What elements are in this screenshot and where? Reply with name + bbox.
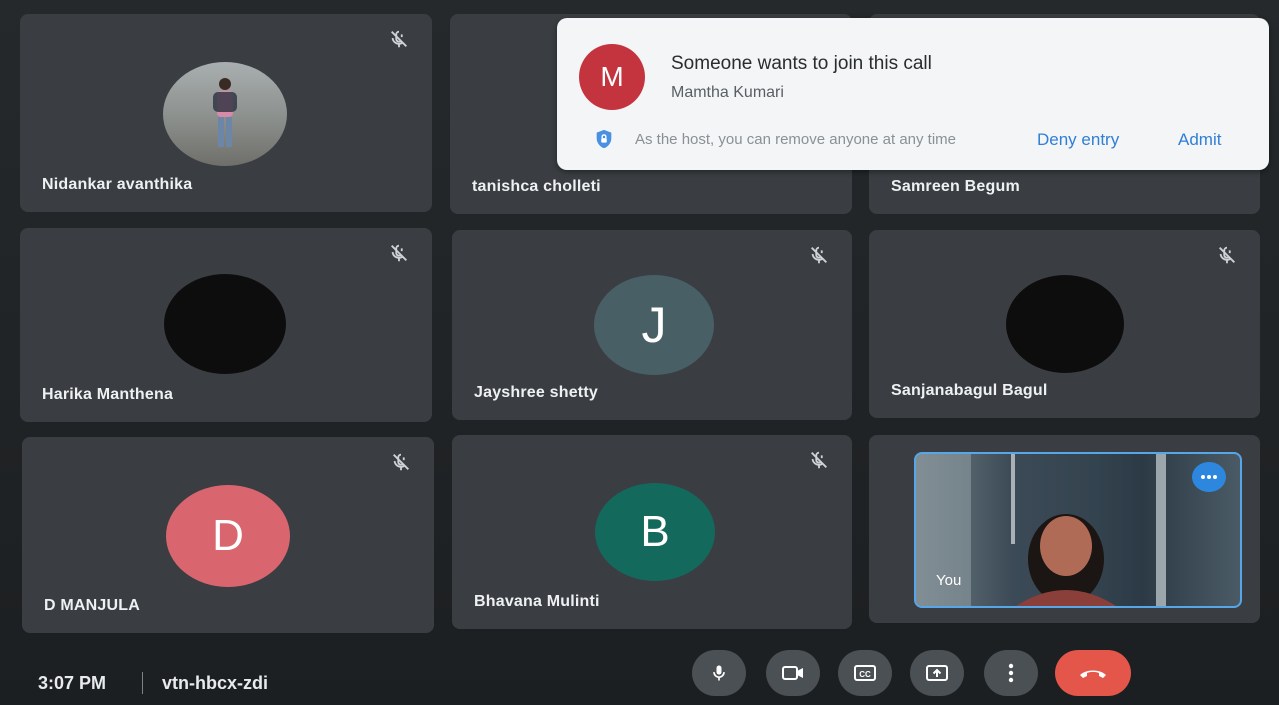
participant-name: Harika Manthena xyxy=(42,386,174,403)
divider xyxy=(142,672,143,694)
mic-off-icon xyxy=(391,244,407,262)
mic-icon xyxy=(713,665,725,681)
captions-button[interactable]: CC xyxy=(838,650,892,696)
requester-name: Mamtha Kumari xyxy=(671,84,784,101)
requester-avatar: M xyxy=(579,44,645,110)
camera-icon xyxy=(782,666,803,680)
participant-tile[interactable]: D D MANJULA xyxy=(22,437,434,633)
more-options-button[interactable] xyxy=(1192,462,1226,492)
meeting-code: vtn-hbcx-zdi xyxy=(162,673,268,693)
participant-initial-avatar: D xyxy=(166,485,290,587)
mic-off-icon xyxy=(811,451,827,469)
participant-name: tanishca cholleti xyxy=(472,178,601,195)
present-button[interactable] xyxy=(910,650,964,696)
participant-initial-avatar: B xyxy=(595,483,715,581)
bottom-bar: 3:07 PM vtn-hbcx-zdi CC xyxy=(0,640,1279,705)
shield-lock-icon xyxy=(596,129,612,149)
more-horizontal-icon xyxy=(1201,475,1217,479)
participant-name: Samreen Begum xyxy=(891,178,1020,195)
camera-button[interactable] xyxy=(766,650,820,696)
participant-name: D MANJULA xyxy=(44,597,141,614)
microphone-button[interactable] xyxy=(692,650,746,696)
join-request-notification: M Someone wants to join this call Mamtha… xyxy=(557,18,1269,170)
self-view-video[interactable]: You xyxy=(914,452,1242,608)
present-icon xyxy=(926,665,948,681)
participant-name: Bhavana Mulinti xyxy=(474,593,600,610)
participant-tile[interactable]: Nidankar avanthika xyxy=(20,14,432,212)
more-vertical-icon xyxy=(1008,663,1014,683)
participant-name: Jayshree shetty xyxy=(474,384,598,401)
more-options-button[interactable] xyxy=(984,650,1038,696)
end-call-icon xyxy=(1080,670,1106,678)
meeting-time: 3:07 PM xyxy=(38,673,107,693)
participant-name: Sanjanabagul Bagul xyxy=(891,382,1048,399)
mic-off-icon xyxy=(391,30,407,48)
deny-entry-button[interactable]: Deny entry xyxy=(1037,130,1119,150)
participant-photo-avatar xyxy=(163,62,287,166)
captions-icon: CC xyxy=(854,665,876,681)
participant-initial-avatar: J xyxy=(594,275,714,375)
host-note: As the host, you can remove anyone at an… xyxy=(635,131,957,148)
participant-tile[interactable]: Sanjanabagul Bagul xyxy=(869,230,1260,418)
participant-tile[interactable]: J Jayshree shetty xyxy=(452,230,852,420)
meeting-stage: Nidankar avanthika tanishca cholleti Sam… xyxy=(0,0,1279,705)
participant-name: Nidankar avanthika xyxy=(42,176,193,193)
participant-tile[interactable]: B Bhavana Mulinti xyxy=(452,435,852,629)
mic-off-icon xyxy=(811,246,827,264)
person-figure-icon xyxy=(213,78,237,147)
end-call-button[interactable] xyxy=(1055,650,1131,696)
participant-dark-avatar xyxy=(164,274,286,374)
mic-off-icon xyxy=(1219,246,1235,264)
mic-off-icon xyxy=(393,453,409,471)
admit-button[interactable]: Admit xyxy=(1178,130,1221,150)
self-view-label: You xyxy=(936,572,962,589)
svg-text:CC: CC xyxy=(859,670,871,679)
participant-dark-avatar xyxy=(1006,275,1124,373)
participant-tile[interactable]: Harika Manthena xyxy=(20,228,432,422)
notification-title: Someone wants to join this call xyxy=(671,53,932,74)
